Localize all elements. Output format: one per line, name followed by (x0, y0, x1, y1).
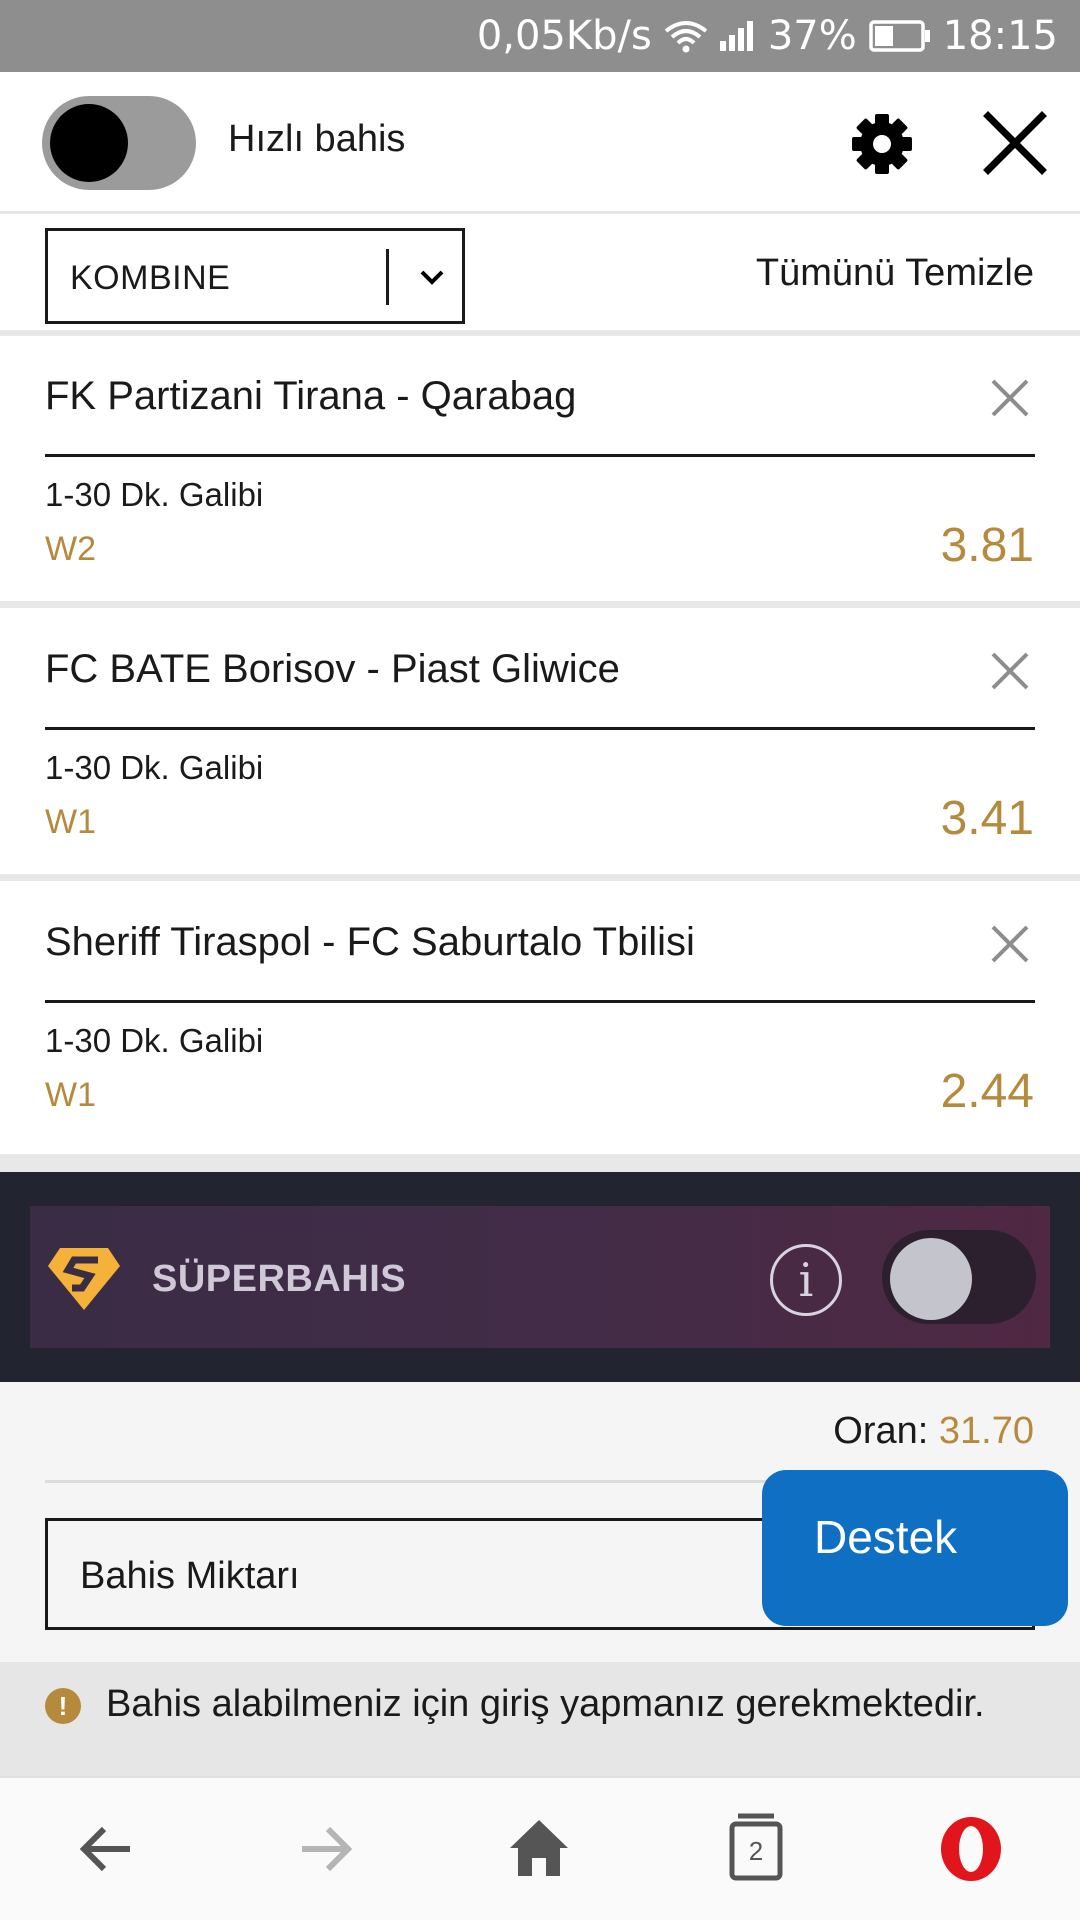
bet-match: FK Partizani Tirana - Qarabag (45, 374, 577, 418)
quick-bet-label: Hızlı bahis (228, 118, 406, 160)
battery-percent: 37% (767, 13, 857, 59)
superbet-section: SÜPERBAHIS i (0, 1172, 1080, 1382)
superbet-logo-icon (48, 1248, 120, 1310)
remove-bet-icon[interactable] (990, 651, 1030, 691)
chevron-down-icon (420, 270, 444, 285)
bet-odd: 3.81 (940, 519, 1034, 572)
bet-pick: W2 (45, 530, 96, 568)
tabs-count: 2 (748, 1836, 764, 1866)
network-speed: 0,05Kb/s (476, 13, 652, 59)
close-icon[interactable] (980, 108, 1050, 178)
login-warning: ! Bahis alabilmeniz için giriş yapmanız … (0, 1662, 1080, 1776)
status-bar: 0,05Kb/s 37% 18:15 (0, 0, 1080, 72)
warning-icon: ! (45, 1688, 81, 1724)
toggle-knob (890, 1238, 972, 1320)
bet-type-row: KOMBINE Tümünü Temizle (0, 214, 1080, 336)
stake-placeholder: Bahis Miktarı (80, 1555, 300, 1597)
bet-market: 1-30 Dk. Galibi (45, 749, 264, 786)
support-button[interactable]: Destek (762, 1470, 1068, 1626)
bet-item: FK Partizani Tirana - Qarabag 1-30 Dk. G… (0, 342, 1080, 608)
bet-pick: W1 (45, 1076, 96, 1114)
forward-arrow-icon[interactable] (290, 1814, 360, 1884)
home-icon[interactable] (504, 1814, 574, 1884)
bet-divider (45, 1000, 1035, 1003)
total-odds-value: 31.70 (938, 1410, 1034, 1452)
superbet-label: SÜPERBAHIS (152, 1258, 407, 1300)
bet-odd: 2.44 (940, 1065, 1034, 1118)
remove-bet-icon[interactable] (990, 378, 1030, 418)
bet-item: Sheriff Tiraspol - FC Saburtalo Tbilisi … (0, 888, 1080, 1172)
bet-match: Sheriff Tiraspol - FC Saburtalo Tbilisi (45, 920, 695, 964)
total-odds-label: Oran: (833, 1410, 929, 1452)
opera-menu-icon[interactable] (938, 1814, 1004, 1884)
superbet-toggle[interactable] (882, 1230, 1036, 1324)
toggle-knob (50, 104, 128, 182)
bet-divider (45, 727, 1035, 730)
bet-type-select[interactable]: KOMBINE (45, 228, 465, 324)
clock: 18:15 (942, 13, 1058, 59)
battery-icon (868, 20, 931, 52)
browser-bottom-nav: 2 (0, 1776, 1080, 1920)
clear-all-link[interactable]: Tümünü Temizle (756, 252, 1034, 295)
bet-odd: 3.41 (940, 792, 1034, 845)
quick-bet-toggle[interactable] (42, 96, 196, 190)
select-separator (386, 249, 389, 305)
wifi-icon (664, 19, 708, 53)
bet-pick: W1 (45, 803, 96, 841)
bet-market: 1-30 Dk. Galibi (45, 476, 264, 513)
bet-divider (45, 454, 1035, 457)
back-arrow-icon[interactable] (72, 1814, 142, 1884)
info-icon[interactable]: i (770, 1244, 842, 1316)
warning-text: Bahis alabilmeniz için giriş yapmanız ge… (106, 1683, 985, 1725)
signal-icon (719, 21, 756, 51)
bet-type-value: KOMBINE (70, 259, 231, 297)
remove-bet-icon[interactable] (990, 924, 1030, 964)
bet-item: FC BATE Borisov - Piast Gliwice 1-30 Dk.… (0, 615, 1080, 881)
bet-market: 1-30 Dk. Galibi (45, 1022, 264, 1059)
total-odds: Oran: 31.70 (833, 1410, 1034, 1453)
tabs-button[interactable]: 2 (728, 1812, 784, 1882)
bet-match: FC BATE Borisov - Piast Gliwice (45, 647, 620, 691)
betslip-header: Hızlı bahis (0, 72, 1080, 214)
gear-icon[interactable] (850, 112, 914, 176)
superbet-bar: SÜPERBAHIS i (30, 1206, 1050, 1348)
